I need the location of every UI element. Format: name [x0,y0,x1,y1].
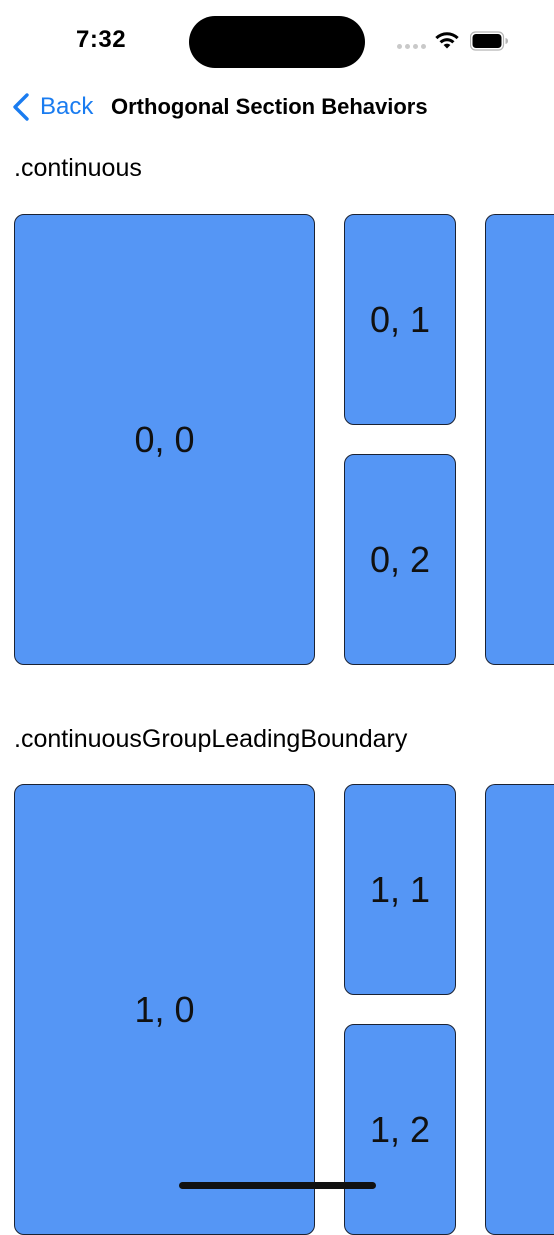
status-time: 7:32 [76,26,127,53]
collection-cell-partial[interactable] [485,784,554,1235]
collection-cell[interactable]: 1, 1 [344,784,456,995]
collection-cell[interactable]: 1, 2 [344,1024,456,1235]
wifi-icon [435,32,459,49]
collection-cell[interactable]: 0, 2 [344,454,456,665]
cell-label: 1, 1 [369,868,431,910]
collection-cell-partial[interactable] [485,214,554,665]
dynamic-island [189,16,365,68]
cell-label: 1, 0 [134,988,195,1030]
page-title: Orthogonal Section Behaviors [111,94,428,119]
status-bar: 7:32 [0,0,554,80]
battery-icon [470,31,508,51]
home-indicator[interactable] [179,1182,376,1189]
back-button-label: Back [40,93,94,120]
back-button[interactable]: Back [10,88,93,126]
chevron-left-icon [13,93,29,121]
cellular-signal-icon [397,44,426,49]
collection-cell[interactable]: 0, 1 [344,214,456,425]
cell-label: 0, 0 [134,418,195,460]
cell-label: 0, 2 [369,538,431,580]
cell-label: 0, 1 [369,298,431,340]
cell-label: 1, 2 [369,1108,431,1150]
navigation-bar: Back Orthogonal Section Behaviors [0,82,554,132]
collection-cell[interactable]: 1, 0 [14,784,315,1235]
section-header-continuous-group-leading-boundary: .continuousGroupLeadingBoundary [14,725,408,753]
section-header-continuous: .continuous [14,154,142,182]
collection-cell[interactable]: 0, 0 [14,214,315,665]
